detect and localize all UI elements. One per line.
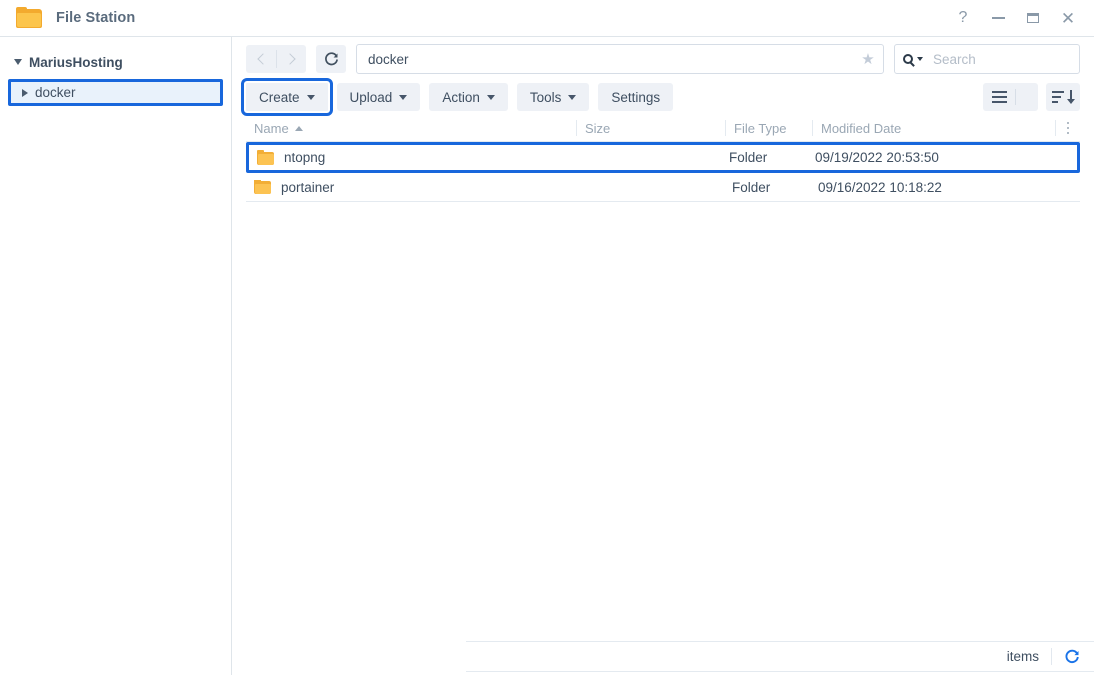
file-name: portainer [281, 180, 334, 195]
settings-button[interactable]: Settings [598, 83, 673, 111]
maximize-icon [1027, 13, 1039, 23]
sidebar-item-mariushosting[interactable]: MariusHosting [0, 51, 231, 73]
folder-icon [254, 180, 271, 194]
cell-file-type: Folder [721, 150, 807, 165]
file-name: ntopng [284, 150, 325, 165]
maximize-button[interactable] [1017, 3, 1049, 33]
window-title: File Station [56, 10, 135, 26]
navigation-bar: docker ★ Search [233, 37, 1094, 81]
back-icon [257, 53, 268, 64]
search-placeholder: Search [933, 52, 976, 67]
sidebar: MariusHosting docker [0, 37, 232, 675]
cell-modified-date: 09/16/2022 10:18:22 [810, 180, 1080, 195]
forward-icon [284, 53, 295, 64]
refresh-button[interactable] [316, 45, 346, 73]
search-input[interactable]: Search [894, 44, 1080, 74]
settings-button-label: Settings [611, 90, 660, 105]
column-header-size[interactable]: Size [577, 121, 725, 136]
upload-button[interactable]: Upload [337, 83, 421, 111]
file-station-window: File Station ? ✕ MariusHosting docker [0, 0, 1094, 675]
folder-icon [257, 151, 274, 165]
refresh-icon [1064, 649, 1080, 665]
path-input[interactable]: docker [356, 44, 884, 74]
column-header-file-type[interactable]: File Type [726, 121, 812, 136]
sidebar-item-label: docker [35, 85, 76, 100]
forward-button[interactable] [276, 45, 306, 73]
chevron-down-icon [487, 95, 495, 100]
star-icon[interactable]: ★ [853, 45, 883, 73]
minimize-icon [992, 17, 1005, 19]
help-button[interactable]: ? [947, 3, 979, 33]
cell-modified-date: 09/19/2022 20:53:50 [807, 150, 1077, 165]
sidebar-item-docker[interactable]: docker [8, 79, 223, 106]
divider [1051, 648, 1052, 665]
column-label: Modified Date [821, 121, 901, 136]
chevron-down-icon [307, 95, 315, 100]
table-row[interactable]: portainer Folder 09/16/2022 10:18:22 [246, 173, 1080, 202]
chevron-down-icon [568, 95, 576, 100]
sort-ascending-icon [295, 126, 303, 131]
chevron-right-icon[interactable] [22, 89, 28, 97]
status-refresh-button[interactable] [1064, 649, 1080, 665]
sort-button[interactable] [1046, 83, 1080, 111]
help-icon: ? [959, 9, 968, 27]
create-button[interactable]: Create [246, 83, 328, 111]
column-label: Size [585, 121, 610, 136]
view-mode-dropdown[interactable] [1016, 83, 1038, 111]
action-button-label: Action [442, 90, 480, 105]
table-row[interactable]: ntopng Folder 09/19/2022 20:53:50 [246, 142, 1080, 173]
chevron-down-icon[interactable] [917, 57, 923, 61]
tools-button-label: Tools [530, 90, 562, 105]
close-button[interactable]: ✕ [1052, 3, 1084, 33]
create-button-label: Create [259, 90, 300, 105]
chevron-down-icon[interactable] [14, 59, 22, 65]
cell-file-type: Folder [724, 180, 810, 195]
column-label: File Type [734, 121, 787, 136]
more-options-icon[interactable] [1056, 122, 1080, 135]
refresh-icon [324, 52, 339, 67]
column-label: Name [254, 121, 289, 136]
close-icon: ✕ [1061, 10, 1075, 27]
view-mode-group [983, 83, 1038, 111]
sidebar-root-label: MariusHosting [29, 55, 123, 70]
tools-button[interactable]: Tools [517, 83, 590, 111]
list-view-icon[interactable] [983, 83, 1015, 111]
minimize-button[interactable] [982, 3, 1014, 33]
items-label: items [1007, 649, 1039, 664]
sort-descending-icon [1052, 91, 1064, 103]
title-bar: File Station ? ✕ [0, 0, 1094, 37]
toolbar: Create Upload Action Tools Settings [233, 79, 1094, 115]
back-button[interactable] [246, 45, 276, 73]
cell-name: portainer [246, 180, 576, 195]
folder-icon [16, 7, 42, 29]
content-area: docker ★ Search Create Upload Action [233, 37, 1094, 675]
column-header-name[interactable]: Name [246, 121, 576, 136]
window-controls: ? ✕ [944, 0, 1094, 37]
search-icon[interactable] [903, 54, 923, 64]
file-table: Name Size File Type Modified Date [246, 115, 1080, 202]
upload-button-label: Upload [350, 90, 393, 105]
cell-name: ntopng [249, 150, 573, 165]
column-header-modified-date[interactable]: Modified Date [813, 121, 1055, 136]
table-header: Name Size File Type Modified Date [246, 115, 1080, 142]
items-count-label: items [1007, 649, 1039, 664]
chevron-down-icon [399, 95, 407, 100]
path-field-wrapper: docker ★ [356, 44, 884, 74]
action-button[interactable]: Action [429, 83, 508, 111]
status-bar: items [466, 641, 1094, 672]
arrow-down-icon [1067, 90, 1075, 104]
